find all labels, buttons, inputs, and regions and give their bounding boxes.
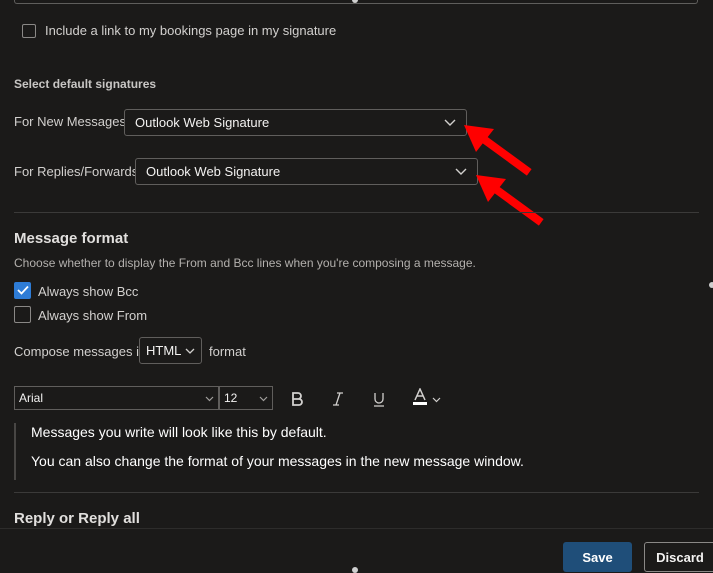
save-button[interactable]: Save [563,542,632,572]
chevron-down-icon [259,391,268,405]
bookings-checkbox[interactable] [22,24,36,38]
always-show-bcc-label: Always show Bcc [38,284,139,299]
section-divider [14,212,699,213]
checkmark-icon [16,283,29,298]
replies-forwards-label: For Replies/Forwards: [14,164,142,179]
font-size-value: 12 [224,391,238,405]
bookings-label: Include a link to my bookings page in my… [45,23,337,38]
new-messages-signature-select[interactable]: Outlook Web Signature [124,109,467,136]
chevron-down-icon [444,115,456,130]
preview-line-2: You can also change the format of your m… [31,453,524,469]
scrollbar-thumb[interactable] [709,282,713,288]
font-color-button[interactable] [408,386,444,410]
font-color-icon [412,386,428,409]
discard-button[interactable]: Discard [644,542,713,572]
message-format-description: Choose whether to display the From and B… [14,256,476,270]
chevron-down-icon [185,343,195,358]
font-size-select[interactable]: 12 [219,386,273,410]
compose-suffix-label: format [209,344,246,359]
new-messages-signature-value: Outlook Web Signature [135,115,270,130]
replies-forwards-signature-select[interactable]: Outlook Web Signature [135,158,478,185]
chevron-down-icon [205,391,214,405]
section-divider [14,492,699,493]
font-family-value: Arial [19,391,44,405]
preview-left-border [14,423,16,480]
red-arrow-annotation-2 [476,175,544,226]
scroll-indicator-bottom [352,567,358,573]
preview-line-1: Messages you write will look like this b… [31,424,327,440]
reply-heading: Reply or Reply all [14,510,140,527]
replies-forwards-signature-value: Outlook Web Signature [146,164,281,179]
compose-format-select[interactable]: HTML [139,337,202,364]
always-show-from-checkbox[interactable] [14,306,31,323]
always-show-bcc-checkbox[interactable] [14,282,31,299]
italic-icon[interactable] [327,388,349,410]
chevron-down-icon [432,391,441,406]
new-messages-label: For New Messages: [14,114,130,129]
compose-format-value: HTML [146,343,182,358]
default-signatures-heading: Select default signatures [14,77,157,91]
underline-icon[interactable] [368,388,390,410]
font-family-select[interactable]: Arial [14,386,219,410]
compose-prefix-label: Compose messages in [14,344,147,359]
always-show-from-label: Always show From [38,308,148,323]
message-format-heading: Message format [14,230,129,247]
bold-icon[interactable] [286,388,308,410]
